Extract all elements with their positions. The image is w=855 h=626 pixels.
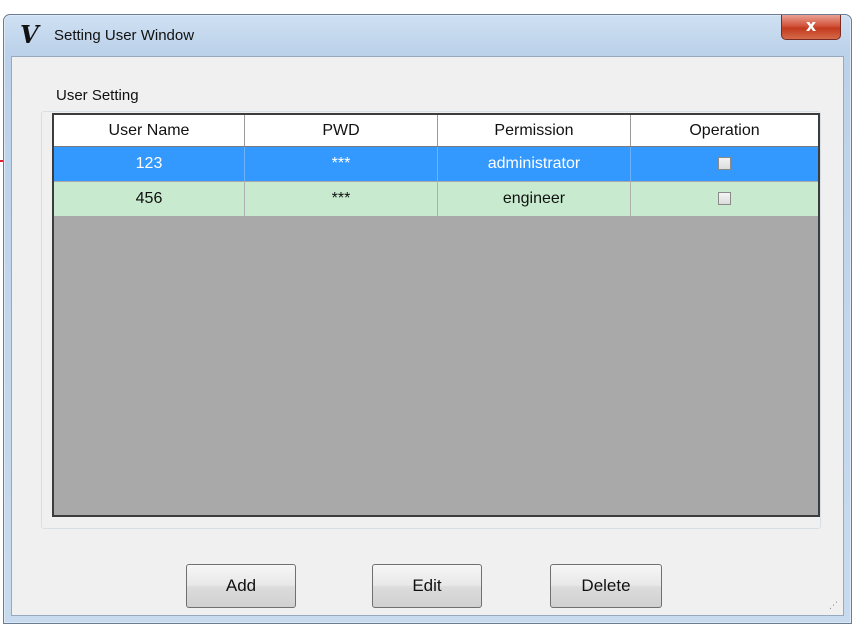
user-setting-legend: User Setting <box>52 87 143 104</box>
window-title: Setting User Window <box>54 27 195 44</box>
table-header: User Name PWD Permission Operation <box>54 115 818 147</box>
add-button[interactable]: Add <box>186 564 296 608</box>
table-row[interactable]: 456 *** engineer <box>54 182 818 216</box>
setting-user-window: V Setting User Window x User Setting Use… <box>3 14 852 624</box>
resize-grip-icon[interactable]: ⋰ <box>829 601 839 611</box>
operation-checkbox[interactable] <box>718 157 731 171</box>
cell-permission: administrator <box>438 147 631 181</box>
cell-operation <box>631 182 818 216</box>
close-button[interactable]: x <box>781 15 841 40</box>
user-table[interactable]: User Name PWD Permission Operation 123 *… <box>52 113 820 517</box>
cell-operation <box>631 147 818 181</box>
window-client-area: User Setting User Name PWD Permission Op… <box>11 56 844 616</box>
column-header-permission[interactable]: Permission <box>438 115 631 146</box>
app-logo-icon: V <box>20 20 39 49</box>
cell-permission: engineer <box>438 182 631 216</box>
background-strip <box>0 0 855 14</box>
cell-user-name: 456 <box>54 182 245 216</box>
delete-button[interactable]: Delete <box>550 564 662 608</box>
column-header-pwd[interactable]: PWD <box>245 115 438 146</box>
cell-pwd: *** <box>245 147 438 181</box>
edit-button[interactable]: Edit <box>372 564 482 608</box>
table-row[interactable]: 123 *** administrator <box>54 147 818 181</box>
column-header-operation[interactable]: Operation <box>631 115 818 146</box>
cell-user-name: 123 <box>54 147 245 181</box>
operation-checkbox[interactable] <box>718 192 731 206</box>
column-header-user-name[interactable]: User Name <box>54 115 245 146</box>
close-icon: x <box>805 16 817 35</box>
cell-pwd: *** <box>245 182 438 216</box>
title-bar[interactable]: V Setting User Window x <box>4 15 851 55</box>
